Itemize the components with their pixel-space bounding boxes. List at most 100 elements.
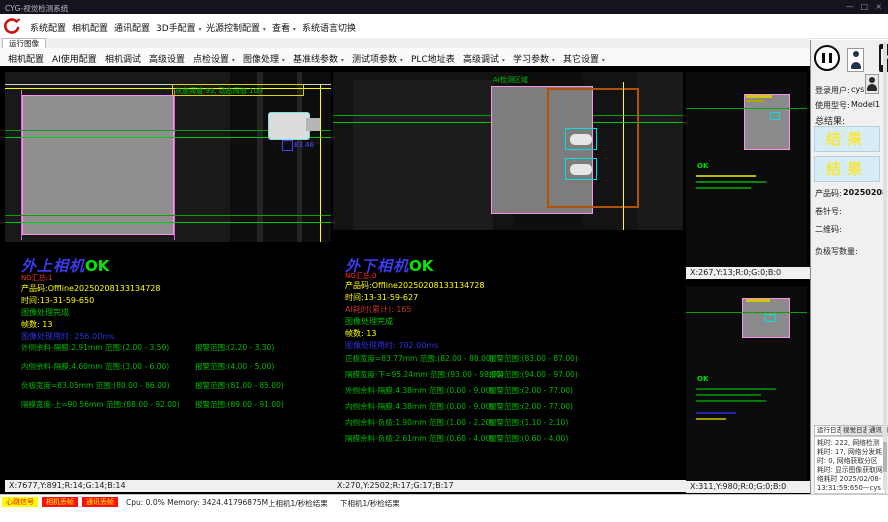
upper-camera-result-link[interactable]: 上相机1/秒检结果 <box>268 498 328 509</box>
image-shadow-band <box>230 72 331 242</box>
tool-learning-params[interactable]: 学习参数 ▾ <box>513 52 555 65</box>
roi-cyan-box <box>565 128 597 150</box>
camera-image-lower[interactable]: AI检测区域 <box>333 72 683 230</box>
thumb-result-ok: OK <box>697 375 708 383</box>
tiny-label-bar <box>746 100 764 102</box>
close-button[interactable]: × <box>875 2 882 11</box>
overlay-green-line <box>686 312 807 313</box>
minimize-button[interactable]: — <box>846 2 854 11</box>
result-ok: OK <box>409 257 433 275</box>
pause-button[interactable] <box>814 45 840 71</box>
frame-count-line: 帧数: 13 <box>345 328 376 339</box>
overlay-purple-line <box>174 90 175 240</box>
roi-cyan-box <box>764 314 776 322</box>
user-icon-button[interactable] <box>847 48 864 72</box>
alarm-range: 报警范围:(83.00 - 87.00) <box>489 353 578 364</box>
tool-baseline-params[interactable]: 基准线参数 ▾ <box>293 52 344 65</box>
needle-number-label: 卷针号: <box>815 206 842 217</box>
image-rail <box>257 72 263 242</box>
tool-advanced-settings[interactable]: 高级设置 <box>149 52 185 65</box>
alarm-range: 报警范围:(81.00 - 85.00) <box>195 380 284 391</box>
tool-plc-address[interactable]: PLC地址表 <box>411 52 455 65</box>
camera-thumb-top-image[interactable]: OK <box>686 72 807 267</box>
measure-marker-value: 83.46 <box>294 141 314 149</box>
tool-spot-check[interactable]: 点检设置 ▾ <box>193 52 235 65</box>
measurement-row: 隔膜宽度-上=90.56mm 范围:(88.00 - 92.00) <box>21 399 180 410</box>
overlay-yellow-vline <box>320 84 321 242</box>
tiny-text-bar <box>696 418 726 420</box>
chevron-down-icon: ▾ <box>263 26 266 33</box>
menu-item-comm-config[interactable]: 通讯配置 <box>114 21 150 34</box>
tiny-text-bar <box>696 400 766 402</box>
title-bar: CYG-视觉检测系统 — □ × <box>0 0 888 14</box>
frame-count-line: 帧数: 13 <box>21 319 52 330</box>
tool-ai-config[interactable]: AI使用配置 <box>52 52 97 65</box>
measurement-row: 内侧余料-隔膜:4.60mm 范围:(3.00 - 6.00) <box>21 361 169 372</box>
ng-summary: NG汇总:1 <box>21 273 52 283</box>
user-switch-icon[interactable] <box>865 74 879 94</box>
proc-time-line: 图像处理用时: 256.00ms <box>21 331 114 342</box>
threshold-label: 灰度阈值:93, 动态阈值:100 <box>175 86 262 96</box>
tool-camera-debug[interactable]: 相机调试 <box>105 52 141 65</box>
chevron-down-icon: ▾ <box>602 57 605 64</box>
menu-item-3d-config[interactable]: 3D手配置 ▾ <box>156 21 202 34</box>
tiny-text-bar <box>696 394 761 396</box>
camera-image-upper[interactable]: 灰度阈值:93, 动态阈值:100 83.46 <box>5 72 331 242</box>
alarm-range: 报警范围:(94.00 - 97.00) <box>489 369 578 380</box>
camera-thumb-bottom-image[interactable]: OK <box>686 286 807 481</box>
product-code-label: 产品码: <box>815 188 842 199</box>
app-logo-icon <box>3 17 21 39</box>
measurement-row: 内侧余料-负极:1.90mm 范围:(1.00 - 2.20) <box>345 417 493 428</box>
image-rail <box>297 72 302 242</box>
menu-item-system-config[interactable]: 系统配置 <box>30 21 66 34</box>
camera-thumb-top[interactable]: OK X:267,Y:13;R:0;G:0;B:0 <box>686 72 807 279</box>
result-box-lower: 结果 <box>814 156 880 182</box>
camera-thumb-bottom[interactable]: OK X:311,Y:980;R:0;G:0;B:0 <box>686 286 807 493</box>
roi-cell-rect <box>744 94 790 150</box>
alarm-range: 报警范围:(0.60 - 4.00) <box>489 433 568 444</box>
tool-other-settings[interactable]: 其它设置 ▾ <box>563 52 605 65</box>
tiny-text-bar <box>696 412 736 414</box>
tool-camera-config[interactable]: 相机配置 <box>8 52 44 65</box>
camera-view-lower[interactable]: AI检测区域 外下相机OK NG汇总:0 产品码:Offline20250208… <box>333 72 683 492</box>
scrollbar-thumb[interactable] <box>883 442 887 472</box>
camera-view-upper[interactable]: 灰度阈值:93, 动态阈值:100 83.46 外上相机OK NG汇总:1 产品… <box>5 72 331 492</box>
roi-cyan-box <box>565 158 597 180</box>
heartbeat-status-badge: 心跳信号 <box>2 497 38 507</box>
overlay-yellow-vline <box>623 82 624 230</box>
pixel-coords-strip: X:7677,Y:891;R:14;G:14;B:14 <box>5 480 335 492</box>
login-user-label: 登录用户: <box>815 85 850 96</box>
measurement-row: 内侧余料-隔膜:4.38mm 范围:(0.00 - 9.00) <box>345 401 493 412</box>
status-bar: 心跳信号 相机丢帧 通讯丢帧 Cpu: 0.0% Memory: 3424.41… <box>0 494 888 509</box>
tool-image-processing[interactable]: 图像处理 ▾ <box>243 52 285 65</box>
part-connector <box>268 112 310 140</box>
done-line: 图像处理完成 <box>345 316 393 327</box>
model-value[interactable]: Model1 <box>851 100 880 109</box>
alarm-range: 报警范围:(4.00 - 5.00) <box>195 361 274 372</box>
measurement-row: 正极宽度=83.77mm 范围:(82.00 - 88.00) <box>345 353 494 364</box>
side-panel: 登录用户: cys 使用型号: Model1 总结果: 结果 结果 产品码: 2… <box>810 40 888 494</box>
menu-item-light-control[interactable]: 光源控制配置 ▾ <box>206 21 266 34</box>
pixel-coords-strip: X:311,Y:980;R:0;G:0;B:0 <box>686 481 811 493</box>
menu-item-view[interactable]: 查看 ▾ <box>272 21 296 34</box>
toolbar: 相机配置 AI使用配置 相机调试 高级设置 点检设置 ▾ 图像处理 ▾ 基准线参… <box>0 48 810 67</box>
tool-advanced-debug[interactable]: 高级调试 ▾ <box>463 52 505 65</box>
alarm-range: 报警范围:(2.20 - 3.30) <box>195 342 274 353</box>
thumb-result-ok: OK <box>697 162 708 170</box>
chevron-down-icon: ▾ <box>232 57 235 64</box>
tiny-text-bar <box>696 181 766 183</box>
maximize-button[interactable]: □ <box>860 2 868 11</box>
panel-scrollbar[interactable] <box>883 42 887 490</box>
comm-dropframe-badge: 通讯丢帧 <box>82 497 118 507</box>
menu-item-language-switch[interactable]: 系统语言切换 <box>302 21 356 34</box>
alarm-range: 报警范围:(89.00 - 91.00) <box>195 399 284 410</box>
menu-item-camera-config[interactable]: 相机配置 <box>72 21 108 34</box>
roi-cell-rect <box>22 95 174 235</box>
lower-camera-result-link[interactable]: 下相机1/秒检结果 <box>340 498 400 509</box>
measurement-row: 负极宽度=83.05mm 范围:(80.00 - 86.00) <box>21 380 170 391</box>
app-window: CYG-视觉检测系统 — □ × 系统配置 相机配置 通讯配置 3D手配置 ▾ … <box>0 0 888 522</box>
tool-test-params[interactable]: 测试项参数 ▾ <box>352 52 403 65</box>
product-code-line: 产品码:Offline20250208133134728 <box>21 283 160 294</box>
tiny-text-bar <box>696 175 756 177</box>
pixel-coords-strip: X:270,Y:2502;R:17;G:17;B:17 <box>333 480 687 492</box>
